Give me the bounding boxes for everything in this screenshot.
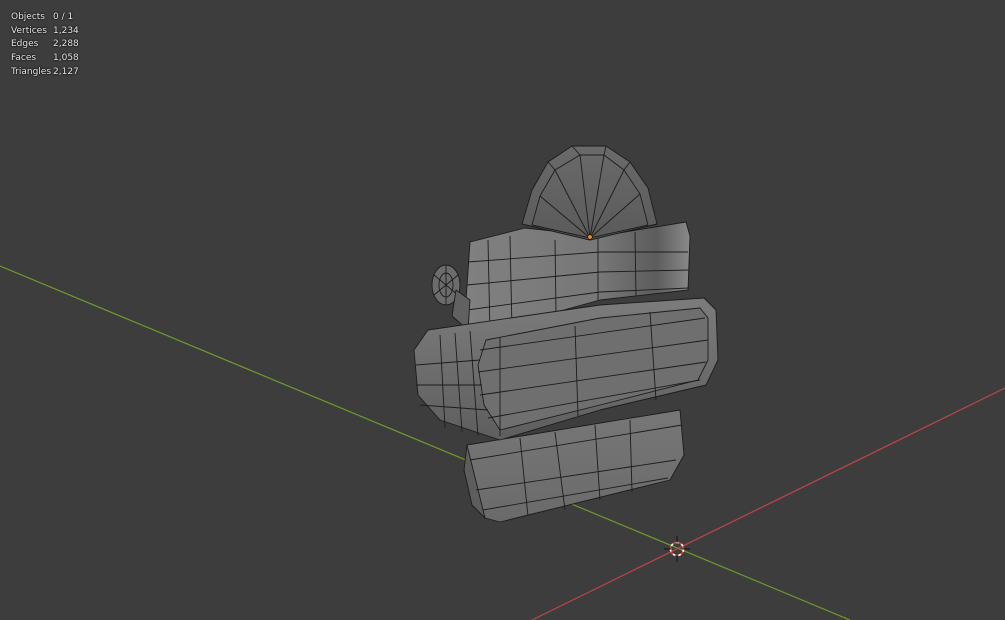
stat-row-edges: Edges 2,288: [11, 38, 79, 52]
stat-row-objects: Objects 0 / 1: [11, 11, 79, 25]
stat-label: Vertices: [11, 25, 47, 36]
stat-value: 2,127: [53, 66, 79, 77]
stat-value: 1,234: [53, 25, 79, 36]
stat-value: 0 / 1: [53, 12, 74, 22]
stat-label: Edges: [11, 39, 39, 50]
stat-value: 2,288: [53, 39, 79, 50]
stat-value: 1,058: [53, 53, 79, 64]
y-axis-line: [0, 265, 851, 620]
viewmaster-mesh[interactable]: [413, 145, 719, 523]
origin-point-icon[interactable]: [587, 234, 593, 240]
viewport-scene[interactable]: [0, 0, 1005, 620]
stat-row-faces: Faces 1,058: [11, 52, 79, 66]
scene-statistics-overlay: Objects 0 / 1 Vertices 1,234 Edges 2,288…: [11, 11, 79, 80]
stat-label: Faces: [11, 53, 37, 64]
stat-row-triangles: Triangles 2,127: [11, 66, 79, 80]
stat-label: Triangles: [11, 66, 52, 77]
stat-label: Objects: [11, 12, 46, 22]
3d-viewport[interactable]: Objects 0 / 1 Vertices 1,234 Edges 2,288…: [0, 0, 1005, 620]
stat-row-vertices: Vertices 1,234: [11, 25, 79, 39]
